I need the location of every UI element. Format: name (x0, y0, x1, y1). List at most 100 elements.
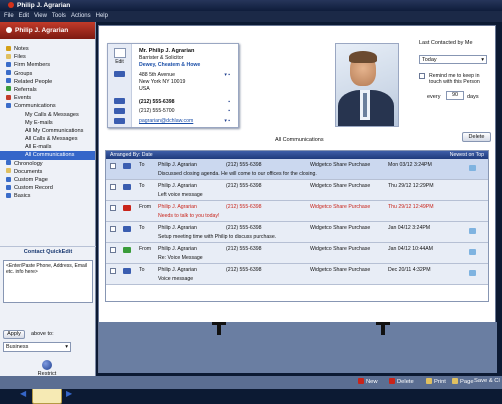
phone-2-dropdown-icon[interactable]: ▪ (228, 108, 230, 114)
sidebar-item-custom-page[interactable]: Custom Page (0, 176, 95, 184)
address-type-select[interactable]: Business ▾ (3, 342, 71, 352)
row-direction: To (139, 225, 145, 231)
sidebar-item-related-people[interactable]: Related People (0, 78, 95, 86)
sidebar-item-events[interactable]: Events (0, 94, 95, 102)
table-row[interactable]: To Philip J. Agrarian (212) 555-6398 Widget… (106, 222, 488, 243)
attachment-icon[interactable] (469, 228, 476, 234)
new-button[interactable]: New (358, 378, 378, 385)
sidebar-item-files[interactable]: Files (0, 53, 95, 61)
phone-1-dropdown-icon[interactable]: ▪ (228, 99, 230, 105)
days-input[interactable]: 90 (446, 91, 464, 100)
row-direction: To (139, 183, 145, 189)
row-phone: (212) 555-6398 (226, 162, 262, 168)
table-row[interactable]: To Philip J. Agrarian (212) 555-6398 Widget… (106, 180, 488, 201)
photo-tie (363, 93, 367, 117)
sidebar-subitem-all-comm[interactable]: All Communications (0, 151, 95, 160)
menu-tools[interactable]: Tools (52, 13, 66, 19)
apply-button[interactable]: Apply (3, 330, 25, 339)
restrict-button[interactable]: Restrict (30, 360, 64, 377)
arrow-right-icon[interactable]: ▶ (66, 389, 72, 398)
chevron-down-icon: ▾ (65, 344, 68, 350)
last-contacted-select[interactable]: Today ▾ (419, 55, 487, 64)
phone-icon (114, 98, 125, 104)
contact-company[interactable]: Dewey, Cheatem & Howe (139, 62, 200, 68)
photo-hair (349, 51, 377, 63)
splitter-handle-right[interactable] (376, 322, 390, 335)
table-row[interactable]: From Philip J. Agrarian (212) 555-6398 Widg… (106, 243, 488, 264)
delete-icon (389, 378, 395, 384)
address-icon (114, 71, 125, 77)
print-icon (426, 378, 432, 384)
row-checkbox[interactable] (110, 163, 116, 169)
restrict-icon (42, 360, 52, 370)
sidebar-subitem-my-emails[interactable]: My E-mails (0, 119, 95, 127)
print-button[interactable]: Print (426, 378, 446, 385)
sidebar-subitem-all-emails[interactable]: All E-mails (0, 143, 95, 151)
new-label: New (366, 379, 378, 385)
save-close-button[interactable]: Save & Cl (474, 378, 500, 384)
sidebar-item-label: Basics (14, 193, 31, 200)
splitter-handle-left[interactable] (212, 322, 226, 335)
sidebar-subitem-all-my-comm[interactable]: All My Communications (0, 127, 95, 135)
fax-icon (114, 108, 125, 114)
row-phone: (212) 555-6398 (226, 183, 262, 189)
row-checkbox[interactable] (110, 247, 116, 253)
group-icon (6, 70, 11, 76)
quick-edit-textarea[interactable]: <Enter/Paste Phone, Address, Email etc. … (3, 260, 93, 303)
handle-stem (381, 325, 385, 335)
table-row[interactable]: To Philip J. Agrarian (212) 555-6398 Widget… (106, 264, 488, 285)
referrals-icon (6, 86, 11, 92)
sidebar-subitem-all-calls[interactable]: All Calls & Messages (0, 135, 95, 143)
folder-icon (6, 53, 11, 59)
row-checkbox[interactable] (110, 226, 116, 232)
sidebar-item-chronology[interactable]: Chronology (0, 160, 95, 168)
menu-file[interactable]: File (4, 13, 14, 19)
row-date: Thu 29/12 12:49PM (388, 204, 434, 210)
delete-button[interactable]: Delete (462, 132, 491, 142)
page-button[interactable]: Page (452, 378, 474, 385)
page-label: Page (460, 379, 474, 385)
menu-edit[interactable]: Edit (19, 13, 29, 19)
contact-email[interactable]: pagrarian@dchlaw.com (139, 118, 193, 124)
sidebar-item-basics[interactable]: Basics (0, 192, 95, 200)
attachment-icon[interactable] (469, 249, 476, 255)
sidebar-header[interactable]: Philip J. Agrarian (0, 22, 95, 39)
contact-photo (335, 43, 399, 127)
phone-2[interactable]: (212) 555-5700 (139, 108, 174, 114)
communication-type-icon (123, 247, 131, 253)
communication-type-icon (123, 268, 131, 274)
row-checkbox[interactable] (110, 184, 116, 190)
address-dropdown-icon[interactable]: ▾ ▪ (224, 72, 230, 78)
menu-actions[interactable]: Actions (71, 13, 91, 19)
sort-order-label[interactable]: Newest on Top (450, 151, 484, 159)
menu-view[interactable]: View (34, 13, 47, 19)
row-checkbox[interactable] (110, 205, 116, 211)
sidebar-item-firm-members[interactable]: Firm Members (0, 61, 95, 69)
remind-checkbox[interactable] (419, 73, 425, 79)
id-card-icon[interactable] (113, 48, 126, 58)
phone-1[interactable]: (212) 555-6398 (139, 99, 174, 105)
sidebar-item-communications[interactable]: Communications (0, 102, 95, 110)
sidebar-item-notes[interactable]: Notes (0, 45, 95, 53)
email-dropdown-icon[interactable]: ▾ ▪ (224, 118, 230, 124)
title-bar: Philip J. Agrarian (0, 0, 502, 11)
sidebar-item-groups[interactable]: Groups (0, 70, 95, 78)
attachment-icon[interactable] (469, 270, 476, 276)
row-checkbox[interactable] (110, 268, 116, 274)
arranged-by-label[interactable]: Arranged By: Date (110, 152, 153, 158)
bottom-delete-button[interactable]: Delete (389, 378, 414, 385)
calendar-icon (6, 94, 11, 100)
table-row[interactable]: To Philip J. Agrarian (212) 555-6398 Widget… (106, 159, 488, 180)
row-date: Jan 04/12 3:24PM (388, 225, 431, 231)
app-icon (8, 2, 14, 8)
last-contacted-label: Last Contacted by Me (419, 40, 473, 46)
card-edit-label[interactable]: Edit (108, 59, 131, 65)
sidebar-item-documents[interactable]: Documents (0, 168, 95, 176)
sidebar-subitem-my-calls[interactable]: My Calls & Messages (0, 111, 95, 119)
attachment-icon[interactable] (469, 165, 476, 171)
sidebar-item-custom-record[interactable]: Custom Record (0, 184, 95, 192)
menu-help[interactable]: Help (96, 13, 108, 19)
arrow-left-icon[interactable]: ◀ (20, 389, 26, 398)
table-row[interactable]: From Philip J. Agrarian (212) 555-6398 Widg… (106, 201, 488, 222)
sidebar-item-referrals[interactable]: Referrals (0, 86, 95, 94)
